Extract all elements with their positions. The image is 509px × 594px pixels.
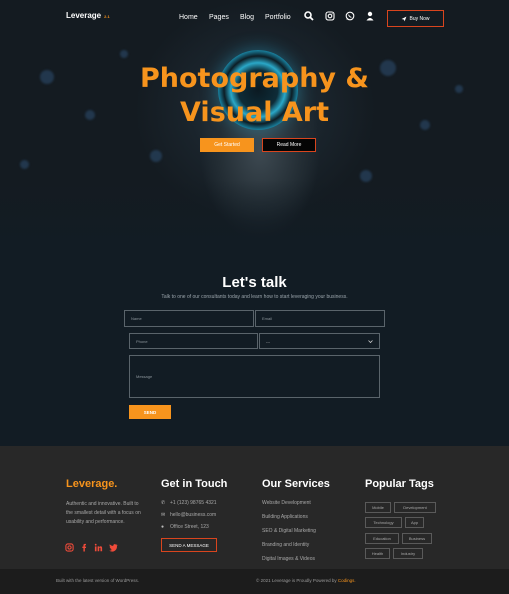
tag-industry[interactable]: Industry bbox=[393, 548, 423, 559]
footer-phone[interactable]: ✆ +1 (123) 98765 4321 bbox=[161, 500, 217, 506]
hero-title: Photography & Visual Art bbox=[0, 62, 509, 130]
bokeh-light bbox=[150, 150, 162, 162]
service-link[interactable]: SEO & Digital Marketing bbox=[262, 528, 316, 534]
tag-mobile[interactable]: Mobile bbox=[365, 502, 391, 513]
top-nav: Leverage 2.1 Home Pages Blog Portfolio Bu… bbox=[0, 0, 509, 36]
instagram-icon[interactable] bbox=[65, 543, 74, 552]
get-in-touch-heading: Get in Touch bbox=[161, 478, 228, 490]
contact-title: Let's talk bbox=[222, 274, 287, 291]
copyright-text: © 2021 Leverage is Proudly Powered by Co… bbox=[256, 578, 356, 583]
buy-now-label: Buy Now bbox=[409, 15, 430, 22]
message-placeholder: Message bbox=[136, 374, 153, 379]
email-placeholder: Email bbox=[262, 316, 273, 321]
footer-address-text: Office Street, 123 bbox=[170, 524, 209, 530]
footer-phone-text: +1 (123) 98765 4321 bbox=[170, 500, 217, 506]
message-textarea[interactable]: Message bbox=[129, 355, 380, 398]
get-started-button[interactable]: Get Started bbox=[200, 138, 254, 152]
nav-link-pages[interactable]: Pages bbox=[209, 14, 229, 21]
phone-placeholder: Phone bbox=[136, 338, 148, 344]
popular-tags-heading: Popular Tags bbox=[365, 478, 434, 490]
instagram-icon[interactable] bbox=[325, 11, 335, 21]
footer-email-text: hello@business.com bbox=[170, 512, 217, 518]
hero-fade bbox=[0, 180, 509, 250]
read-more-button[interactable]: Read More bbox=[262, 138, 316, 152]
service-link[interactable]: Branding and Identity bbox=[262, 542, 309, 548]
footer-logo[interactable]: Leverage. bbox=[66, 478, 117, 490]
send-button[interactable]: SEND bbox=[129, 405, 171, 419]
nav-link-home[interactable]: Home bbox=[179, 14, 198, 21]
service-link[interactable]: Digital Images & Videos bbox=[262, 556, 315, 562]
hero-title-line1: Photography & bbox=[140, 63, 369, 94]
tag-development[interactable]: Development bbox=[394, 502, 436, 513]
contact-subtitle: Talk to one of our consultants today and… bbox=[161, 294, 348, 300]
tag-app[interactable]: App bbox=[405, 517, 424, 528]
send-message-button[interactable]: SEND A MESSAGE bbox=[161, 538, 217, 552]
whatsapp-icon[interactable] bbox=[345, 11, 355, 21]
subject-select[interactable]: --- bbox=[259, 333, 380, 349]
logo-version: 2.1 bbox=[104, 14, 110, 19]
twitter-icon[interactable] bbox=[109, 543, 118, 552]
service-link[interactable]: Website Development bbox=[262, 500, 311, 506]
tag-health[interactable]: Health bbox=[365, 548, 390, 559]
mail-icon: ✉ bbox=[161, 512, 166, 518]
copyright-prefix: © 2021 Leverage is Proudly Powered by bbox=[256, 578, 337, 583]
footer-about: Authentic and innovative. Built to the s… bbox=[66, 501, 141, 525]
chevron-down-icon bbox=[368, 339, 373, 343]
search-icon[interactable] bbox=[304, 11, 314, 21]
tag-technology[interactable]: Technology bbox=[365, 517, 402, 528]
nav-link-blog[interactable]: Blog bbox=[240, 14, 254, 21]
buy-now-button[interactable]: Buy Now bbox=[387, 10, 444, 27]
facebook-icon[interactable] bbox=[80, 543, 89, 552]
tag-business[interactable]: Business bbox=[402, 533, 432, 544]
send-icon bbox=[402, 16, 407, 21]
service-link[interactable]: Building Applications bbox=[262, 514, 308, 520]
map-pin-icon: ● bbox=[161, 524, 165, 530]
built-with-text: Built with the latest version of WordPre… bbox=[56, 578, 139, 583]
page: Leverage 2.1 Home Pages Blog Portfolio Bu… bbox=[0, 0, 509, 594]
phone-input[interactable]: Phone bbox=[129, 333, 258, 349]
select-value: --- bbox=[266, 338, 270, 344]
site-logo[interactable]: Leverage 2.1 bbox=[66, 11, 110, 20]
footer-email[interactable]: ✉ hello@business.com bbox=[161, 512, 216, 518]
name-placeholder: Name bbox=[131, 316, 142, 321]
bokeh-light bbox=[120, 50, 128, 58]
linkedin-icon[interactable] bbox=[94, 543, 103, 552]
brand-link[interactable]: Codings. bbox=[338, 578, 356, 583]
name-input[interactable]: Name bbox=[124, 310, 254, 327]
our-services-heading: Our Services bbox=[262, 478, 330, 490]
tag-education[interactable]: Education bbox=[365, 533, 399, 544]
user-icon[interactable] bbox=[365, 11, 375, 21]
bokeh-light bbox=[20, 160, 29, 169]
footer-address: ● Office Street, 123 bbox=[161, 524, 209, 530]
hero-title-line2: Visual Art bbox=[180, 97, 329, 128]
phone-icon: ✆ bbox=[161, 500, 166, 506]
nav-link-portfolio[interactable]: Portfolio bbox=[265, 14, 291, 21]
email-input[interactable]: Email bbox=[255, 310, 385, 327]
